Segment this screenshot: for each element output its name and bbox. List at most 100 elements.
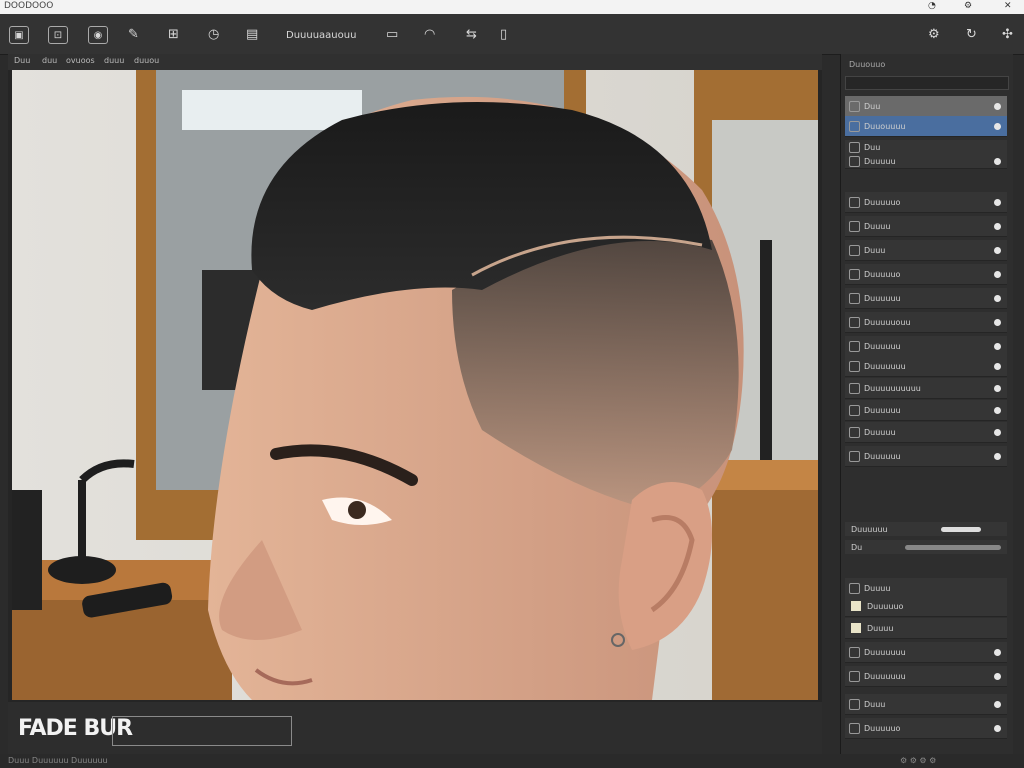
layer-row[interactable]: Duuu (845, 240, 1007, 261)
layer-icon (849, 141, 860, 153)
opacity-slider[interactable]: Duuuuuu (845, 522, 1007, 536)
layer-row[interactable]: Duu (845, 140, 1007, 155)
visibility-icon[interactable] (994, 724, 1001, 732)
layer-label: Duuu (864, 245, 886, 255)
layer-icon (849, 244, 860, 256)
layer-label: Duuuuuo (864, 269, 901, 279)
layer-label: Duuuuuuu (864, 671, 906, 681)
layers-panel: Duuouuo Duu Duuouuuu Duu Duuuuu Duuuuuo … (840, 54, 1013, 754)
layer-icon (849, 426, 860, 438)
fill-slider[interactable]: Du (845, 540, 1007, 554)
layer-row[interactable]: Duuuuuouu (845, 312, 1007, 333)
layer-icon (849, 670, 860, 682)
image-icon[interactable]: ▣ (9, 26, 29, 44)
color-swatch[interactable] (851, 623, 861, 633)
portrait-illustration (12, 70, 818, 700)
layer-row[interactable]: Duuuuuuu (845, 642, 1007, 663)
visibility-icon[interactable] (994, 157, 1001, 165)
visibility-icon[interactable] (994, 222, 1001, 230)
doc-tab[interactable]: duuou (134, 56, 159, 65)
layer-label: Duuuuuouu (864, 317, 911, 327)
layer-row[interactable]: Duuuuuu (845, 336, 1007, 357)
visibility-icon[interactable] (994, 428, 1001, 436)
layer-row[interactable]: Duuuuuuuuuu (845, 378, 1007, 399)
slider-label: Du (851, 542, 863, 552)
visibility-icon[interactable] (994, 672, 1001, 680)
settings-icon[interactable]: ⚙ (964, 1, 972, 11)
layer-icon (849, 268, 860, 280)
canvas-photo[interactable] (12, 70, 818, 700)
color-row[interactable]: Duuuu (845, 618, 1007, 639)
box-icon[interactable]: ⊞ (168, 24, 179, 44)
status-bar: Duuu Duuuuuu Duuuuuu ⚙ ⚙ ⚙ ⚙ (0, 754, 1024, 768)
layer-label: Duu (864, 142, 881, 152)
layer-row[interactable]: Duuuuuu (845, 446, 1007, 467)
layer-row[interactable]: Duuuuuo (845, 264, 1007, 285)
layer-row[interactable]: Duuuuuu (845, 288, 1007, 309)
minimize-icon[interactable]: ◔ (928, 1, 936, 11)
visibility-icon[interactable] (994, 362, 1001, 370)
layer-label: Duuuuu (864, 156, 896, 166)
brush-icon[interactable]: ✎ (128, 24, 139, 44)
visibility-icon[interactable] (994, 318, 1001, 326)
visibility-icon[interactable] (994, 700, 1001, 708)
refresh-icon[interactable]: ↻ (966, 24, 977, 44)
visibility-icon[interactable] (994, 102, 1001, 110)
caption-input-box[interactable] (112, 716, 292, 746)
visibility-icon[interactable] (994, 294, 1001, 302)
layer-row[interactable]: Duuuuuuu (845, 356, 1007, 377)
layer-row[interactable]: Duuuuuo (845, 718, 1007, 739)
doc-tab[interactable]: duu (42, 56, 57, 65)
layer-icon (849, 340, 860, 352)
layer-row[interactable]: Duuuuuo (845, 192, 1007, 213)
layer-icon (849, 292, 860, 304)
color-row[interactable]: Duuuuuo (845, 596, 1007, 617)
clock-icon[interactable]: ◷ (208, 24, 219, 44)
document-icon[interactable]: ▯ (500, 24, 507, 44)
visibility-icon[interactable] (994, 342, 1001, 350)
layer-row[interactable]: Duu (845, 96, 1007, 117)
layer-row[interactable]: Duuuuu (845, 154, 1007, 169)
layer-row[interactable]: Duuuuuuu (845, 666, 1007, 687)
layer-icon (849, 698, 860, 710)
layer-icon (849, 316, 860, 328)
visibility-icon[interactable] (994, 122, 1001, 130)
layer-row[interactable]: Duuuuu (845, 422, 1007, 443)
layer-icon (849, 360, 860, 372)
close-icon[interactable]: ✕ (1004, 1, 1012, 11)
gear-icon[interactable]: ⚙ (928, 24, 940, 44)
visibility-icon[interactable] (994, 384, 1001, 392)
doc-tab[interactable]: ovuoos (66, 56, 95, 65)
toolbar-label: Duuuuaauouu (286, 30, 357, 41)
canvas-area[interactable]: Duu duu ovuoos duuu duuou FADE BUR (8, 54, 822, 754)
color-swatch[interactable] (851, 601, 861, 611)
layers-icon[interactable]: ▤ (246, 24, 258, 44)
rect-tool-icon[interactable]: ▭ (386, 24, 398, 44)
layer-icon (849, 646, 860, 658)
slider-track[interactable] (905, 544, 1001, 550)
camera-icon[interactable]: ◉ (88, 26, 108, 44)
layer-row[interactable]: Duuu (845, 694, 1007, 715)
layer-row[interactable]: Duuuu (845, 216, 1007, 237)
doc-tab[interactable]: duuu (104, 56, 124, 65)
visibility-icon[interactable] (994, 406, 1001, 414)
layer-label: Duuuuuo (864, 197, 901, 207)
visibility-icon[interactable] (994, 648, 1001, 656)
layer-icon (849, 220, 860, 232)
visibility-icon[interactable] (994, 246, 1001, 254)
share-icon[interactable]: ✣ (1002, 24, 1013, 44)
visibility-icon[interactable] (994, 452, 1001, 460)
slider-track[interactable] (941, 526, 981, 532)
layer-row-selected[interactable]: Duuouuuu (845, 116, 1007, 137)
layer-search-input[interactable] (845, 76, 1009, 90)
visibility-icon[interactable] (994, 270, 1001, 278)
crop-icon[interactable]: ⊡ (48, 26, 68, 44)
color-label: Duuuu (867, 623, 894, 633)
doc-tab[interactable]: Duu (14, 56, 30, 65)
status-icons[interactable]: ⚙ ⚙ ⚙ ⚙ (900, 756, 936, 765)
lasso-tool-icon[interactable]: ◠ (424, 24, 435, 44)
transform-tool-icon[interactable]: ⇆ (466, 24, 477, 44)
layer-label: Duuuuuu (864, 451, 901, 461)
visibility-icon[interactable] (994, 198, 1001, 206)
layer-row[interactable]: Duuuuuu (845, 400, 1007, 421)
